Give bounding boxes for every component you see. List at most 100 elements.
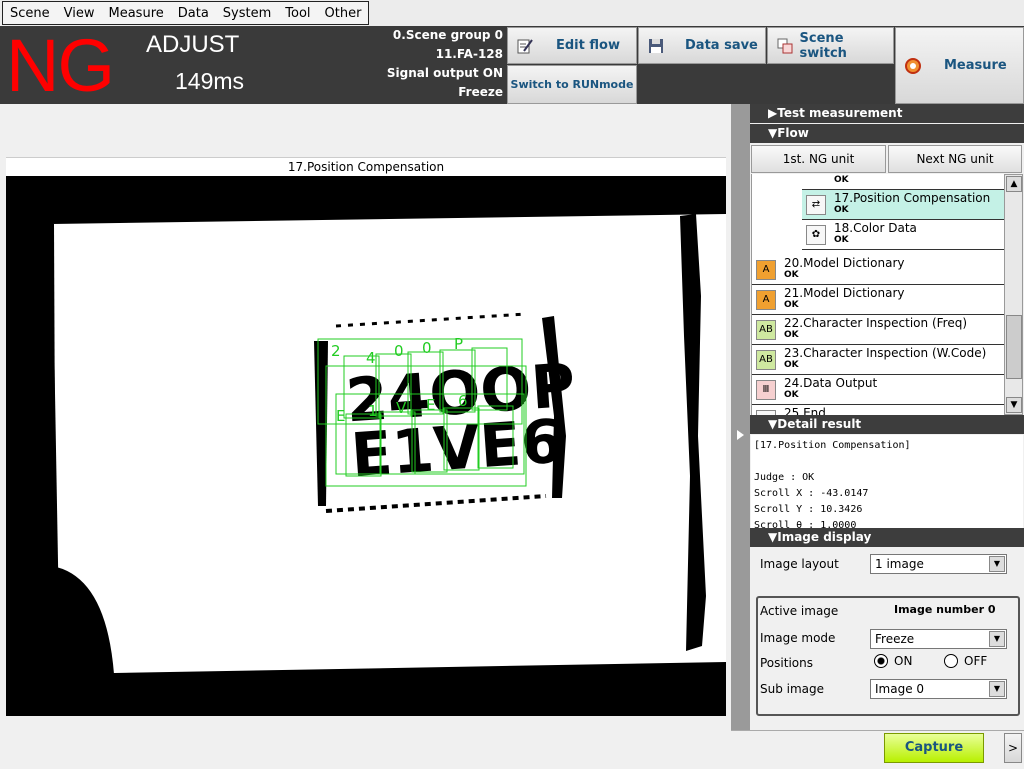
edit-flow-button[interactable]: Edit flow (507, 27, 637, 64)
test-measurement-header[interactable]: ▶Test measurement (750, 104, 1024, 123)
flow-item[interactable]: A 21.Model Dictionary OK (752, 285, 1005, 315)
menu-item-other[interactable]: Other (318, 6, 369, 21)
flow-item-label: 23.Character Inspection (W.Code) (784, 346, 987, 360)
menu-item-tool[interactable]: Tool (278, 6, 317, 21)
first-ng-unit-button[interactable]: 1st. NG unit (751, 145, 886, 173)
grip-icon (754, 124, 766, 143)
flow-item[interactable]: ⌂25.End (752, 405, 1005, 415)
flow-item-label: 22.Character Inspection (Freq) (784, 316, 967, 330)
flow-header[interactable]: ▼Flow (750, 124, 1024, 143)
capture-button[interactable]: Capture (884, 733, 984, 763)
positions-on-label: ON (894, 654, 913, 668)
scene-name-label: 11.FA-128 (435, 47, 503, 61)
model-dictionary-icon: A (756, 290, 776, 310)
flow-item-label: 20.Model Dictionary (784, 256, 905, 270)
bottom-left-area (0, 716, 731, 768)
image-mode-select[interactable]: Freeze ▼ (870, 629, 1007, 649)
chevron-down-icon: ▼ (989, 631, 1005, 647)
menu-item-measure[interactable]: Measure (102, 6, 171, 21)
grip-icon (754, 104, 766, 123)
image-title: 17.Position Compensation (6, 157, 726, 176)
overlay-char: 6 (458, 392, 468, 410)
expanded-arrow-icon: ▼ (768, 417, 778, 431)
scroll-thumb[interactable] (1006, 315, 1022, 379)
flow-item-partial[interactable]: OK (802, 174, 1005, 190)
positions-off-label: OFF (964, 654, 988, 668)
sub-image-value: Image 0 (875, 682, 925, 696)
detail-header: [17.Position Compensation] (754, 440, 911, 451)
flow-item[interactable]: A 20.Model Dictionary OK (752, 255, 1005, 285)
overlay-char: P (454, 335, 463, 353)
floppy-disk-icon (647, 37, 665, 55)
flow-item[interactable]: ✿ 18.Color Data OK (802, 220, 1005, 250)
image-display-header[interactable]: ▼Image display (750, 528, 1024, 547)
panel-splitter[interactable] (731, 104, 750, 730)
menu-item-view[interactable]: View (57, 6, 102, 21)
chevron-down-icon: ▼ (989, 556, 1005, 572)
model-dictionary-icon: A (756, 260, 776, 280)
grip-icon (754, 415, 766, 434)
flow-item-label: 18.Color Data (834, 221, 917, 235)
flow-item[interactable]: ⇄ 17.Position Compensation OK (802, 190, 1005, 220)
positions-on-radio[interactable]: ON (874, 654, 912, 668)
flow-item-status: OK (834, 175, 849, 185)
flow-item-label: 25.End (784, 406, 826, 415)
image-display-label: Image display (777, 530, 872, 544)
data-save-label: Data save (685, 38, 758, 53)
image-layout-label: Image layout (760, 557, 839, 571)
processing-time: 149ms (175, 68, 245, 94)
camera-image[interactable]: 24OOP E1VE6 2 4 0 0 P E 1 V E 6 (6, 176, 726, 716)
detail-scroll-x: Scroll X : -43.0147 (754, 488, 869, 499)
expand-panel-button[interactable]: > (1004, 733, 1022, 763)
sub-image-select[interactable]: Image 0 ▼ (870, 679, 1007, 699)
flow-item-status: OK (784, 360, 799, 370)
data-save-button[interactable]: Data save (638, 27, 766, 64)
overlay-char: 0 (394, 342, 404, 360)
header-blank (638, 65, 894, 104)
menu-item-data[interactable]: Data (171, 6, 216, 21)
measure-button[interactable]: Measure (895, 27, 1024, 104)
image-layout-select[interactable]: 1 image ▼ (870, 554, 1007, 574)
flow-item-label: 17.Position Compensation (834, 191, 991, 205)
switch-to-run-mode-button[interactable]: Switch to RUNmode (507, 65, 637, 104)
scroll-down-arrow-icon[interactable]: ▼ (1006, 397, 1022, 413)
scroll-up-arrow-icon[interactable]: ▲ (1006, 176, 1022, 192)
flow-item[interactable]: AB 23.Character Inspection (W.Code) OK (752, 345, 1005, 375)
flow-item-status: OK (784, 330, 799, 340)
active-image-label: Active image (760, 604, 839, 618)
flow-item-label: 21.Model Dictionary (784, 286, 905, 300)
flow-item-status: OK (784, 270, 799, 280)
scene-switch-label: Scene switch (799, 30, 847, 61)
chevron-down-icon: ▼ (989, 681, 1005, 697)
flow-item[interactable]: Ⅲ 24.Data Output OK (752, 375, 1005, 405)
image-layout-value: 1 image (875, 557, 924, 571)
menu-item-system[interactable]: System (216, 6, 278, 21)
freeze-label: Freeze (458, 85, 503, 99)
menu-item-scene[interactable]: Scene (3, 6, 57, 21)
detail-scroll-y: Scroll Y : 10.3426 (754, 504, 863, 515)
detail-result-header[interactable]: ▼Detail result (750, 415, 1024, 434)
scene-switch-button[interactable]: Scene switch (767, 27, 894, 64)
color-data-icon: ✿ (806, 225, 826, 245)
positions-off-radio[interactable]: OFF (944, 654, 987, 668)
expanded-arrow-icon: ▼ (768, 530, 778, 544)
grip-icon (754, 528, 766, 547)
next-ng-unit-button[interactable]: Next NG unit (888, 145, 1022, 173)
signal-output-label: Signal output ON (386, 66, 503, 80)
position-compensation-icon: ⇄ (806, 195, 826, 215)
scene-switch-icon (776, 37, 794, 55)
flow-label: Flow (777, 126, 809, 140)
radio-unselected-icon (944, 654, 958, 668)
inspection-image: 24OOP E1VE6 2 4 0 0 P E 1 V E 6 (6, 176, 726, 716)
menu-bar: Scene View Measure Data System Tool Othe… (0, 0, 1024, 26)
flow-item[interactable]: AB 22.Character Inspection (Freq) OK (752, 315, 1005, 345)
measure-label: Measure (944, 58, 1007, 73)
flow-list[interactable]: OK ⇄ 17.Position Compensation OK ✿ 18.Color … (751, 174, 1005, 415)
detail-scroll-theta: Scroll θ : 1.0000 (754, 520, 857, 528)
edit-flow-icon (516, 37, 534, 55)
radio-selected-icon (874, 654, 888, 668)
flow-scrollbar[interactable]: ▲ ▼ (1004, 174, 1023, 415)
image-mode-value: Freeze (875, 632, 915, 646)
data-output-icon: Ⅲ (756, 380, 776, 400)
detail-judge: Judge : OK (754, 472, 815, 483)
